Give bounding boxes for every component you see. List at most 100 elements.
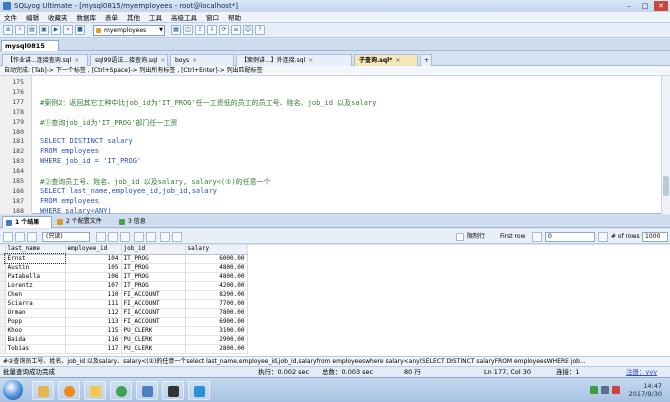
- rows-input[interactable]: 1000: [642, 232, 668, 242]
- sqlyog-taskbar-icon[interactable]: [136, 381, 158, 400]
- readonly-select[interactable]: (只读): [42, 232, 90, 242]
- menu-item[interactable]: 工具: [149, 12, 162, 22]
- result-tab[interactable]: 2 个配置文件: [54, 216, 114, 228]
- explorer-icon[interactable]: [32, 381, 54, 400]
- query-tab[interactable]: 【作业讲...连接查询.sql ×: [2, 54, 88, 66]
- taskbar-clock[interactable]: 14:47 2017/9/30: [629, 382, 662, 398]
- table-cell[interactable]: FI_ACCOUNT: [121, 317, 186, 327]
- prev-page-icon[interactable]: [532, 232, 542, 242]
- network-icon[interactable]: [590, 386, 598, 394]
- volume-icon[interactable]: [601, 386, 609, 394]
- table-cell[interactable]: 106: [65, 272, 122, 282]
- grid-view-icon[interactable]: [3, 232, 13, 242]
- code-line[interactable]: WHERE salary<ANY(: [40, 207, 112, 215]
- code-line[interactable]: FROM employees: [40, 147, 99, 155]
- table-icon[interactable]: ▦: [171, 25, 181, 35]
- table-cell[interactable]: 6900.00: [185, 317, 248, 327]
- table-cell[interactable]: Lorentz: [5, 281, 66, 291]
- table-cell[interactable]: IT_PROG: [121, 272, 186, 282]
- table-cell[interactable]: IT_PROG: [121, 263, 186, 273]
- query-tab[interactable]: 【案例讲...】外连接.sql ×: [236, 54, 352, 66]
- table-cell[interactable]: 4800.00: [185, 263, 248, 273]
- table-cell[interactable]: Ernst: [4, 253, 66, 264]
- help-icon[interactable]: ?: [255, 25, 265, 35]
- table-cell[interactable]: 112: [65, 308, 122, 318]
- table-cell[interactable]: 4200.00: [185, 281, 248, 291]
- execute-icon[interactable]: ▶: [51, 25, 61, 35]
- execute-all-icon[interactable]: »: [63, 25, 73, 35]
- table-cell[interactable]: 105: [65, 263, 122, 273]
- text-view-icon[interactable]: [15, 232, 25, 242]
- code-line[interactable]: SELECT DISTINCT salary: [40, 137, 133, 145]
- table-cell[interactable]: Khoo: [5, 326, 66, 336]
- table-cell[interactable]: 8200.00: [185, 290, 248, 300]
- table-row[interactable]: Pataballa 106 IT_PROG 4800.00: [0, 272, 248, 282]
- table-cell[interactable]: FI_ACCOUNT: [121, 308, 186, 318]
- code-line[interactable]: #①查询job_id为'IT_PROG'部门任一工资: [40, 118, 177, 128]
- close-icon[interactable]: ✕: [654, 1, 668, 11]
- table-cell[interactable]: 115: [65, 326, 122, 336]
- tray-app-icon[interactable]: [612, 386, 620, 394]
- table-cell[interactable]: 7800.00: [185, 308, 248, 318]
- menu-item[interactable]: 编辑: [26, 12, 39, 22]
- chrome-icon[interactable]: [110, 381, 132, 400]
- table-cell[interactable]: 104: [65, 254, 122, 264]
- backup-icon[interactable]: ⇪: [195, 25, 205, 35]
- column-header[interactable]: salary: [185, 245, 248, 255]
- tab-close-icon[interactable]: ×: [308, 57, 313, 64]
- editor-scrollbar[interactable]: [661, 76, 670, 214]
- table-cell[interactable]: 110: [65, 290, 122, 300]
- register-link[interactable]: 注册：yyy: [626, 367, 657, 377]
- start-button-icon[interactable]: [3, 380, 23, 400]
- table-row[interactable]: Austin 105 IT_PROG 4800.00: [0, 263, 248, 273]
- table-cell[interactable]: FI_ACCOUNT: [121, 290, 186, 300]
- sort-icon[interactable]: [146, 232, 156, 242]
- user-icon[interactable]: ☺: [243, 25, 253, 35]
- menu-item[interactable]: 高级工具: [171, 12, 197, 22]
- copy-icon[interactable]: [108, 232, 118, 242]
- query-tab[interactable]: boys ×: [170, 54, 234, 66]
- next-page-icon[interactable]: [598, 232, 608, 242]
- table-cell[interactable]: 116: [65, 335, 122, 345]
- tab-close-icon[interactable]: ×: [160, 57, 165, 64]
- query-tab[interactable]: 子查询.sql* ×: [354, 54, 418, 66]
- result-tab[interactable]: 1 个结果: [2, 216, 52, 228]
- table-cell[interactable]: 111: [65, 299, 122, 309]
- table-row[interactable]: Urman 112 FI_ACCOUNT 7800.00: [0, 308, 248, 318]
- menu-item[interactable]: 文件: [4, 12, 17, 22]
- table-row[interactable]: Tobias 117 PU_CLERK 2800.00: [0, 344, 248, 354]
- menu-item[interactable]: 数据库: [77, 12, 97, 22]
- table-row[interactable]: Chen 110 FI_ACCOUNT 8200.00: [0, 290, 248, 300]
- code-line[interactable]: #案例2：返回其它工种中比job_id为'IT_PROG'任一工资低的员工的员工…: [40, 98, 376, 108]
- table-row[interactable]: Popp 113 FI_ACCOUNT 6900.00: [0, 317, 248, 327]
- code-line[interactable]: WHERE job_id = 'IT_PROG': [40, 157, 141, 165]
- first-row-input[interactable]: 0: [545, 232, 595, 242]
- table-cell[interactable]: Pataballa: [5, 272, 66, 282]
- menu-item[interactable]: 窗口: [206, 12, 219, 22]
- table-cell[interactable]: 2900.00: [185, 335, 248, 345]
- maximize-icon[interactable]: □: [638, 1, 652, 11]
- format-icon[interactable]: ≡: [231, 25, 241, 35]
- table-cell[interactable]: 7700.00: [185, 299, 248, 309]
- terminal-icon[interactable]: [162, 381, 184, 400]
- folder-icon[interactable]: [84, 381, 106, 400]
- tab-close-icon[interactable]: ×: [395, 57, 400, 64]
- connection-tab[interactable]: mysql0815: [1, 40, 59, 51]
- sync-icon[interactable]: ⟳: [219, 25, 229, 35]
- sql-editor[interactable]: 175 176 177 #案例2：返回其它工种中比job_id为'IT_PROG'任一…: [0, 76, 670, 215]
- table-cell[interactable]: Austin: [5, 263, 66, 273]
- media-player-icon[interactable]: [58, 381, 80, 400]
- code-line[interactable]: SELECT last_name,employee_id,job_id,sala…: [40, 187, 217, 195]
- scrollbar-thumb[interactable]: [663, 176, 669, 196]
- table-cell[interactable]: Chen: [5, 290, 66, 300]
- table-cell[interactable]: Popp: [5, 317, 66, 327]
- export-icon[interactable]: [96, 232, 106, 242]
- new-connection-icon[interactable]: ⊕: [3, 25, 13, 35]
- stop-icon[interactable]: ■: [75, 25, 85, 35]
- editor-taskbar-icon[interactable]: [188, 381, 210, 400]
- table-cell[interactable]: 3100.00: [185, 326, 248, 336]
- table-cell[interactable]: PU_CLERK: [121, 326, 186, 336]
- table-cell[interactable]: PU_CLERK: [121, 344, 186, 354]
- table-row[interactable]: Sciarra 111 FI_ACCOUNT 7700.00: [0, 299, 248, 309]
- table-cell[interactable]: Baida: [5, 335, 66, 345]
